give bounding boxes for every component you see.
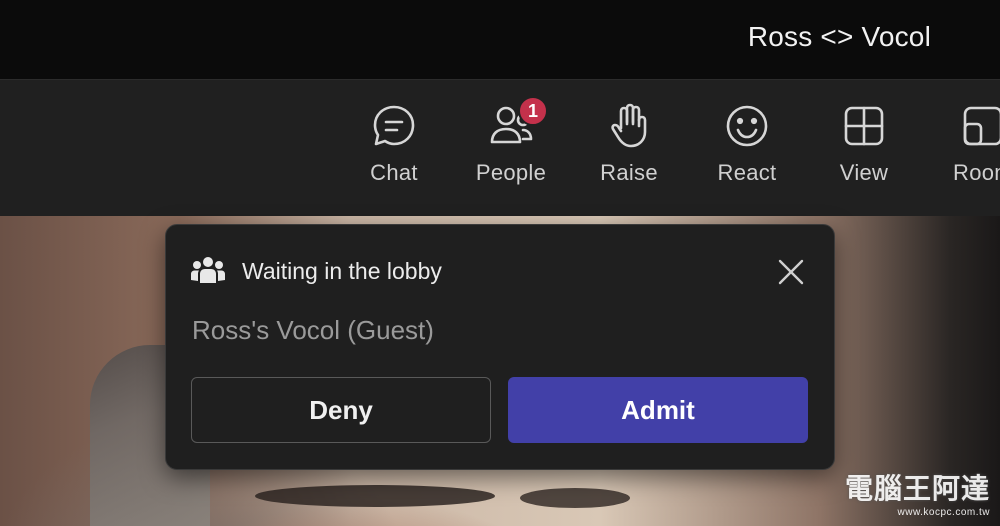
guest-name: Ross's Vocol (Guest) xyxy=(192,315,434,345)
rooms-label: Room xyxy=(953,160,1000,185)
close-icon xyxy=(778,259,804,285)
video-feed-detail xyxy=(520,488,630,508)
chat-button[interactable]: Chat xyxy=(344,102,444,192)
people-label: People xyxy=(475,160,547,185)
watermark-logo: 電腦王阿達 www.kocpc.com.tw xyxy=(845,467,990,518)
raise-hand-button[interactable]: Raise xyxy=(579,102,679,192)
chat-icon xyxy=(370,102,418,150)
close-button[interactable] xyxy=(776,257,806,287)
rooms-button[interactable]: Room xyxy=(933,102,1000,192)
group-icon xyxy=(190,256,226,286)
view-label: View xyxy=(839,160,889,185)
lobby-header: Waiting in the lobby xyxy=(190,253,442,289)
rooms-icon xyxy=(959,102,1000,150)
video-feed-detail xyxy=(255,485,495,507)
meeting-window: Ross <> Vocol Chat 1 People Raise React … xyxy=(0,0,1000,526)
raise-hand-icon xyxy=(605,102,653,150)
deny-button[interactable]: Deny xyxy=(191,377,491,443)
title-bar: Ross <> Vocol xyxy=(0,0,1000,79)
watermark-url: www.kocpc.com.tw xyxy=(897,507,990,518)
admit-button[interactable]: Admit xyxy=(508,377,808,443)
meeting-toolbar: Chat 1 People Raise React View Roo xyxy=(0,79,1000,217)
react-label: React xyxy=(717,160,777,185)
people-button[interactable]: 1 People xyxy=(461,96,561,192)
notification-badge: 1 xyxy=(518,96,548,126)
meeting-title: Ross <> Vocol xyxy=(747,21,931,52)
react-smiley-icon xyxy=(723,102,771,150)
view-grid-icon xyxy=(840,102,888,150)
people-icon: 1 xyxy=(487,96,548,150)
raise-label: Raise xyxy=(600,160,658,185)
watermark-text: 電腦王阿達 xyxy=(844,473,990,504)
react-button[interactable]: React xyxy=(697,102,797,192)
view-button[interactable]: View xyxy=(814,102,914,192)
lobby-notification: Waiting in the lobby Ross's Vocol (Guest… xyxy=(165,224,835,470)
chat-label: Chat xyxy=(370,160,418,185)
lobby-heading: Waiting in the lobby xyxy=(242,257,442,284)
